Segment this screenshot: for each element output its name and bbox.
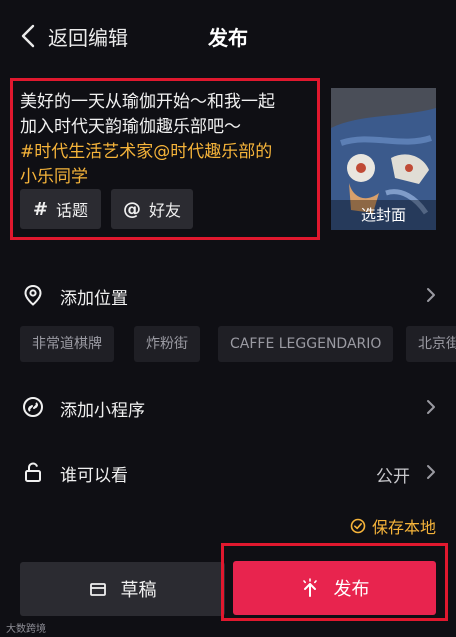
location-suggestions: 非常道棋牌 炸粉街 CAFFE LEGGENDARIO 北京街 — [20, 326, 456, 362]
publish-label: 发布 — [333, 579, 370, 600]
lock-icon — [22, 461, 44, 483]
save-local-label: 保存本地 — [371, 518, 436, 537]
location-chip[interactable]: 北京街 — [406, 326, 456, 362]
chevron-right-icon — [426, 287, 436, 303]
select-cover-button[interactable]: 选封面 — [331, 200, 436, 230]
publish-button[interactable]: 发布 — [233, 561, 436, 615]
add-location-label: 添加位置 — [60, 289, 128, 309]
friend-label: 好友 — [148, 201, 181, 220]
chevron-right-icon — [426, 464, 436, 480]
draft-box-icon — [89, 583, 106, 596]
location-chip[interactable]: 非常道棋牌 — [20, 326, 114, 362]
topic-label: 话题 — [56, 201, 89, 220]
location-pin-icon — [22, 284, 44, 306]
page-title: 发布 — [208, 26, 248, 50]
visibility-label: 谁可以看 — [60, 466, 128, 486]
watermark-text: 大数跨境 — [6, 624, 46, 635]
mention-friend-button[interactable]: @ 好友 — [111, 189, 193, 229]
location-chip[interactable]: CAFFE LEGGENDARIO — [218, 326, 394, 362]
caption-tag-line: #时代生活艺术家@时代趣乐部的 — [20, 142, 273, 162]
caption-line: 加入时代天韵瑜伽趣乐部吧～ — [20, 117, 241, 137]
draft-button[interactable]: 草稿 — [20, 562, 225, 616]
caption-line: 美好的一天从瑜伽开始～和我一起 — [20, 92, 275, 112]
chevron-right-icon — [426, 399, 436, 415]
caption-tag-line: 小乐同学 — [20, 167, 88, 187]
visibility-value: 公开 — [376, 467, 410, 487]
at-icon: @ — [122, 198, 141, 220]
caption-input[interactable]: 美好的一天从瑜伽开始～和我一起 加入时代天韵瑜伽趣乐部吧～ #时代生活艺术家@时… — [20, 90, 316, 190]
add-mini-program-label: 添加小程序 — [60, 401, 145, 421]
hashtag-icon: # — [32, 198, 49, 220]
draft-label: 草稿 — [120, 580, 157, 601]
location-chip[interactable]: 炸粉街 — [134, 326, 200, 362]
topic-button[interactable]: # 话题 — [20, 189, 101, 229]
check-circle-icon — [350, 518, 366, 534]
link-icon — [22, 396, 44, 418]
save-local-toggle[interactable]: 保存本地 — [350, 514, 436, 538]
publish-upload-icon — [302, 578, 317, 597]
